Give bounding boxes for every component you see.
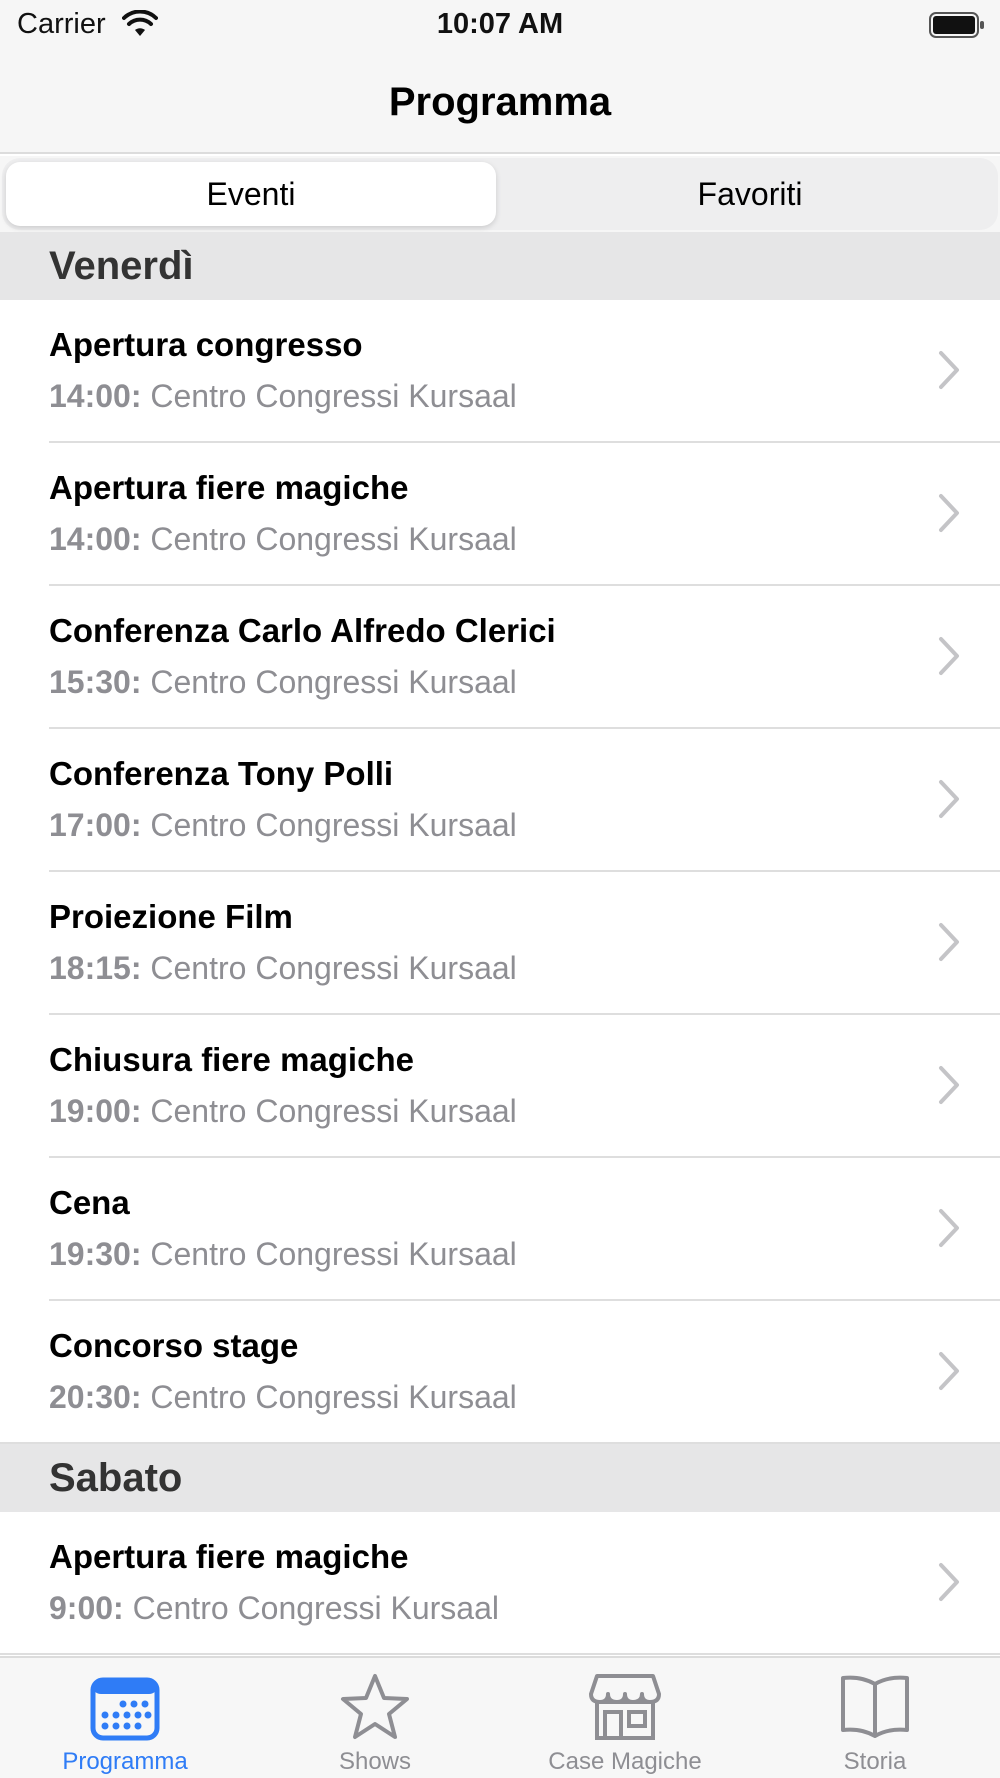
event-row[interactable]: Apertura fiere magiche 9:00: Centro Congr… [0,1512,1000,1655]
event-time: 19:00: [49,1093,142,1129]
chevron-right-icon [939,780,959,818]
chevron-right-icon [939,1066,959,1104]
event-title: Apertura congresso [49,326,363,363]
calendar-icon [90,1677,160,1741]
event-title: Apertura fiere magiche [49,1538,409,1575]
segmented-control-container: Eventi Favoriti [0,156,1000,232]
tab-label: Shows [338,1748,412,1775]
event-title: Conferenza Tony Polli [49,755,394,792]
battery-icon [929,12,984,38]
event-time: 14:00: [49,521,142,557]
event-title: Proiezione Film [49,898,293,935]
event-time: 20:30: [49,1379,142,1415]
section-header: Venerdì [0,232,1000,300]
tab-label: Programma [62,1748,188,1775]
segment-favoriti[interactable]: Favoriti [506,162,994,226]
event-subtitle: 19:00: Centro Congressi Kursaal [49,1093,517,1130]
event-time: 14:00: [49,378,142,414]
event-subtitle: 15:30: Centro Congressi Kursaal [49,664,517,701]
event-row[interactable]: Apertura congresso 14:00: Centro Congress… [0,300,1000,443]
event-subtitle: 19:30: Centro Congressi Kursaal [49,1236,517,1273]
event-subtitle: 14:00: Centro Congressi Kursaal [49,378,517,415]
event-place: Centro Congressi Kursaal [150,521,517,557]
section-header: Sabato [0,1444,1000,1512]
chevron-right-icon [939,351,959,389]
event-place: Centro Congressi Kursaal [150,664,517,700]
event-place: Centro Congressi Kursaal [150,1093,517,1129]
event-title: Apertura fiere magiche [49,469,409,506]
event-title: Concorso stage [49,1327,299,1364]
tab-bar: Programma Shows Case Magiche Storia [0,1656,1000,1778]
event-title: Conferenza Carlo Alfredo Clerici [49,612,556,649]
segmented-control: Eventi Favoriti [2,158,998,230]
chevron-right-icon [939,637,959,675]
event-row[interactable]: Cena 19:30: Centro Congressi Kursaal [0,1158,1000,1301]
event-title: Chiusura fiere magiche [49,1041,414,1078]
tab-shows[interactable]: Shows [250,1658,500,1778]
event-title: Cena [49,1184,130,1221]
event-place: Centro Congressi Kursaal [132,1590,499,1626]
event-row[interactable]: Chiusura fiere magiche 19:00: Centro Cong… [0,1015,1000,1158]
tab-label: Case Magiche [548,1748,702,1775]
chevron-right-icon [939,1209,959,1247]
event-place: Centro Congressi Kursaal [150,1236,517,1272]
event-time: 17:00: [49,807,142,843]
chevron-right-icon [939,1352,959,1390]
event-subtitle: 17:00: Centro Congressi Kursaal [49,807,517,844]
tab-programma[interactable]: Programma [0,1658,250,1778]
book-icon [841,1675,909,1738]
event-time: 15:30: [49,664,142,700]
chevron-right-icon [939,494,959,532]
tab-case-magiche[interactable]: Case Magiche [500,1658,750,1778]
event-subtitle: 20:30: Centro Congressi Kursaal [49,1379,517,1416]
page-title: Programma [388,80,612,124]
status-bar: Carrier 10:07 AM [0,0,1000,52]
chevron-right-icon [939,1563,959,1601]
status-time: 10:07 AM [436,8,564,40]
event-row[interactable]: Conferenza Tony Polli 17:00: Centro Congr… [0,729,1000,872]
event-subtitle: 9:00: Centro Congressi Kursaal [49,1590,499,1627]
event-place: Centro Congressi Kursaal [150,1379,517,1415]
tab-storia[interactable]: Storia [750,1658,1000,1778]
segment-eventi[interactable]: Eventi [6,162,496,226]
event-time: 18:15: [49,950,142,986]
chevron-right-icon [939,923,959,961]
tab-label: Storia [843,1748,907,1775]
event-row[interactable]: Conferenza Carlo Alfredo Clerici 15:30: C… [0,586,1000,729]
event-list[interactable]: Venerdì Apertura congresso 14:00: Centro C… [0,232,1000,1656]
storefront-icon [589,1674,661,1740]
navigation-bar: Programma [0,52,1000,154]
event-place: Centro Congressi Kursaal [150,950,517,986]
event-subtitle: 14:00: Centro Congressi Kursaal [49,521,517,558]
event-place: Centro Congressi Kursaal [150,807,517,843]
event-row[interactable]: Apertura fiere magiche 14:00: Centro Cong… [0,443,1000,586]
event-time: 19:30: [49,1236,142,1272]
event-subtitle: 18:15: Centro Congressi Kursaal [49,950,517,987]
star-icon [341,1674,409,1739]
event-row[interactable]: Proiezione Film 18:15: Centro Congressi K… [0,872,1000,1015]
event-row[interactable]: Concorso stage 20:30: Centro Congressi Ku… [0,1301,1000,1444]
event-place: Centro Congressi Kursaal [150,378,517,414]
event-time: 9:00: [49,1590,124,1626]
